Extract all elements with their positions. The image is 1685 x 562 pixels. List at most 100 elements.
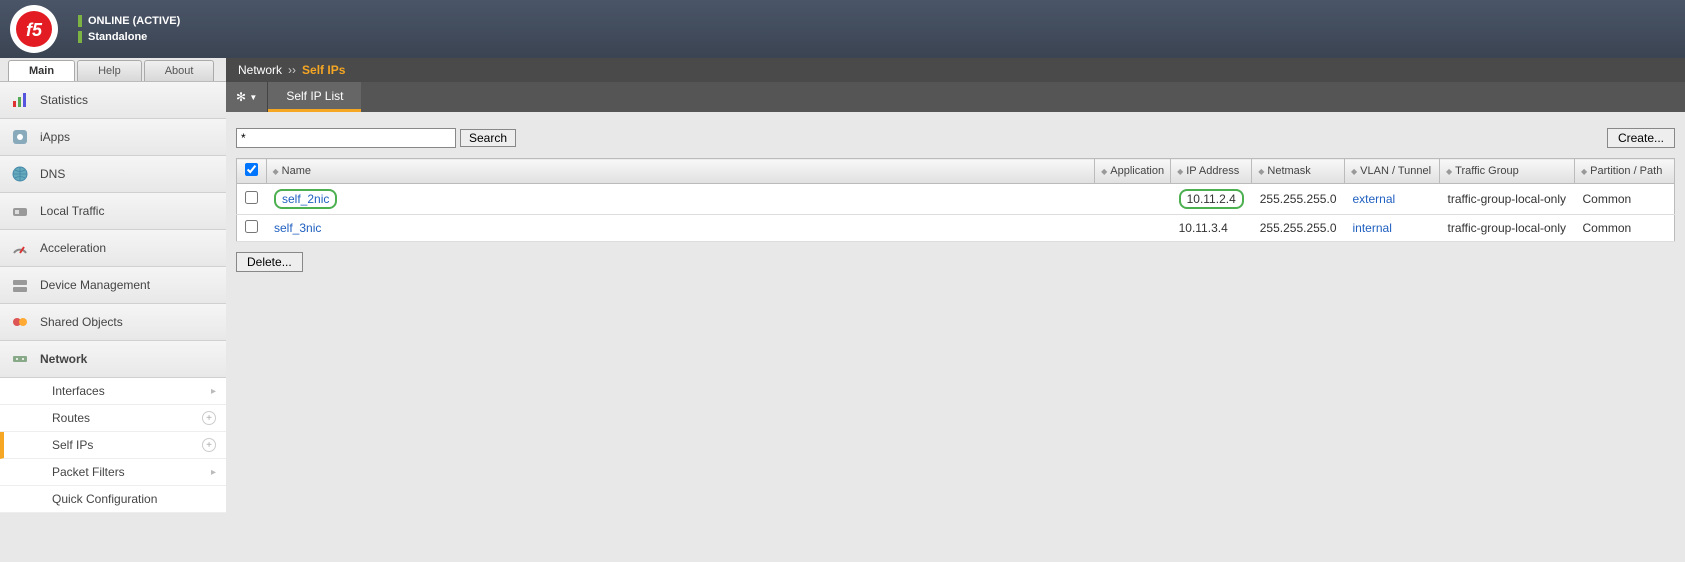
select-all-header: [237, 159, 267, 184]
status-block: ONLINE (ACTIVE) Standalone: [78, 15, 180, 43]
table-row: self_2nic 10.11.2.4 255.255.255.0 external t…: [237, 184, 1675, 215]
sort-icon: ◆: [1101, 167, 1107, 176]
row-vlan-link[interactable]: external: [1353, 192, 1396, 206]
sidebar-item-label: Device Management: [40, 278, 150, 292]
self-ip-table: ◆Name ◆Application ◆IP Address ◆Netmask …: [236, 158, 1675, 242]
subnav-quick-config[interactable]: Quick Configuration: [0, 486, 226, 513]
sidebar-item-label: iApps: [40, 130, 70, 144]
status-indicator-icon: [78, 31, 82, 43]
plus-icon[interactable]: +: [202, 438, 216, 452]
stats-icon: [10, 90, 30, 110]
row-name-link[interactable]: self_2nic: [274, 189, 337, 209]
f5-logo: f5: [10, 5, 58, 53]
sidebar-item-label: DNS: [40, 167, 65, 181]
col-traffic-group[interactable]: ◆Traffic Group: [1440, 159, 1575, 184]
subtab-bar: ✻ ▼ Self IP List: [226, 82, 1685, 112]
sidebar-item-network[interactable]: Network: [0, 341, 226, 378]
status-main: ONLINE (ACTIVE): [88, 15, 180, 27]
search-button[interactable]: Search: [460, 129, 516, 147]
tab-main[interactable]: Main: [8, 60, 75, 81]
breadcrumb-sep: ››: [288, 63, 296, 77]
sidebar-item-local-traffic[interactable]: Local Traffic: [0, 193, 226, 230]
sidebar-item-label: Shared Objects: [40, 315, 123, 329]
breadcrumb-current: Self IPs: [302, 63, 345, 77]
chevron-right-icon: ▸: [211, 467, 216, 478]
sidebar-item-iapps[interactable]: iApps: [0, 119, 226, 156]
subnav-interfaces[interactable]: Interfaces ▸: [0, 378, 226, 405]
create-button[interactable]: Create...: [1607, 128, 1675, 148]
tab-about[interactable]: About: [144, 60, 215, 81]
subnav-label: Interfaces: [52, 384, 105, 398]
sort-icon: ◆: [1446, 167, 1452, 176]
top-tabs: Main Help About: [0, 58, 226, 82]
sidebar-item-device-management[interactable]: Device Management: [0, 267, 226, 304]
subnav-label: Quick Configuration: [52, 492, 157, 506]
subnav-packet-filters[interactable]: Packet Filters ▸: [0, 459, 226, 486]
subnav-self-ips[interactable]: Self IPs +: [0, 432, 226, 459]
subnav-label: Self IPs: [52, 438, 93, 452]
select-all-checkbox[interactable]: [245, 163, 258, 176]
row-traffic-group: traffic-group-local-only: [1440, 184, 1575, 215]
sidebar-item-acceleration[interactable]: Acceleration: [0, 230, 226, 267]
shared-icon: [10, 312, 30, 332]
row-ip: 10.11.3.4: [1179, 221, 1228, 235]
row-netmask: 255.255.255.0: [1252, 184, 1345, 215]
subnav-label: Packet Filters: [52, 465, 125, 479]
sidebar-item-shared-objects[interactable]: Shared Objects: [0, 304, 226, 341]
gear-icon: ✻: [236, 90, 246, 104]
sidebar-item-label: Network: [40, 352, 87, 366]
row-traffic-group: traffic-group-local-only: [1440, 215, 1575, 242]
tab-help[interactable]: Help: [77, 60, 142, 81]
globe-icon: [10, 164, 30, 184]
row-partition: Common: [1575, 215, 1675, 242]
row-application: [1095, 215, 1171, 242]
row-checkbox[interactable]: [245, 191, 258, 204]
subnav-routes[interactable]: Routes +: [0, 405, 226, 432]
svg-text:f5: f5: [26, 20, 43, 40]
chevron-right-icon: ▸: [211, 386, 216, 397]
plus-icon[interactable]: +: [202, 411, 216, 425]
breadcrumb: Network ›› Self IPs: [226, 58, 1685, 82]
breadcrumb-root[interactable]: Network: [238, 63, 282, 77]
network-icon: [10, 349, 30, 369]
subnav-label: Routes: [52, 411, 90, 425]
row-application: [1095, 184, 1171, 215]
sidebar-item-label: Statistics: [40, 93, 88, 107]
status-indicator-icon: [78, 15, 82, 27]
table-row: self_3nic 10.11.3.4 255.255.255.0 internal t…: [237, 215, 1675, 242]
content-area: Network ›› Self IPs ✻ ▼ Self IP List Sea…: [226, 58, 1685, 558]
sidebar-item-statistics[interactable]: Statistics: [0, 82, 226, 119]
caret-down-icon: ▼: [249, 93, 257, 102]
sort-icon: ◆: [1177, 167, 1183, 176]
delete-button[interactable]: Delete...: [236, 252, 303, 272]
col-name[interactable]: ◆Name: [266, 159, 1095, 184]
col-vlan[interactable]: ◆VLAN / Tunnel: [1345, 159, 1440, 184]
row-netmask: 255.255.255.0: [1252, 215, 1345, 242]
network-subnav: Interfaces ▸ Routes + Self IPs + Packet Fil…: [0, 378, 226, 513]
col-ip[interactable]: ◆IP Address: [1171, 159, 1252, 184]
sidebar-item-dns[interactable]: DNS: [0, 156, 226, 193]
sidebar-item-label: Local Traffic: [40, 204, 104, 218]
sort-icon: ◆: [273, 167, 279, 176]
row-checkbox[interactable]: [245, 220, 258, 233]
sort-icon: ◆: [1351, 167, 1357, 176]
row-vlan-link[interactable]: internal: [1353, 221, 1392, 235]
device-icon: [10, 275, 30, 295]
row-name-link[interactable]: self_3nic: [274, 221, 321, 235]
local-traffic-icon: [10, 201, 30, 221]
gauge-icon: [10, 238, 30, 258]
col-netmask[interactable]: ◆Netmask: [1252, 159, 1345, 184]
subtab-self-ip-list[interactable]: Self IP List: [268, 82, 361, 112]
status-sub: Standalone: [88, 31, 147, 43]
header-bar: f5 ONLINE (ACTIVE) Standalone: [0, 0, 1685, 58]
col-application[interactable]: ◆Application: [1095, 159, 1171, 184]
row-partition: Common: [1575, 184, 1675, 215]
sidebar: Main Help About Statistics iApps DNS Loc…: [0, 58, 226, 558]
sort-icon: ◆: [1581, 167, 1587, 176]
col-partition[interactable]: ◆Partition / Path: [1575, 159, 1675, 184]
row-ip: 10.11.2.4: [1179, 189, 1244, 209]
sidebar-item-label: Acceleration: [40, 241, 106, 255]
sort-icon: ◆: [1258, 167, 1264, 176]
search-input[interactable]: [236, 128, 456, 148]
gear-menu-button[interactable]: ✻ ▼: [226, 82, 268, 112]
